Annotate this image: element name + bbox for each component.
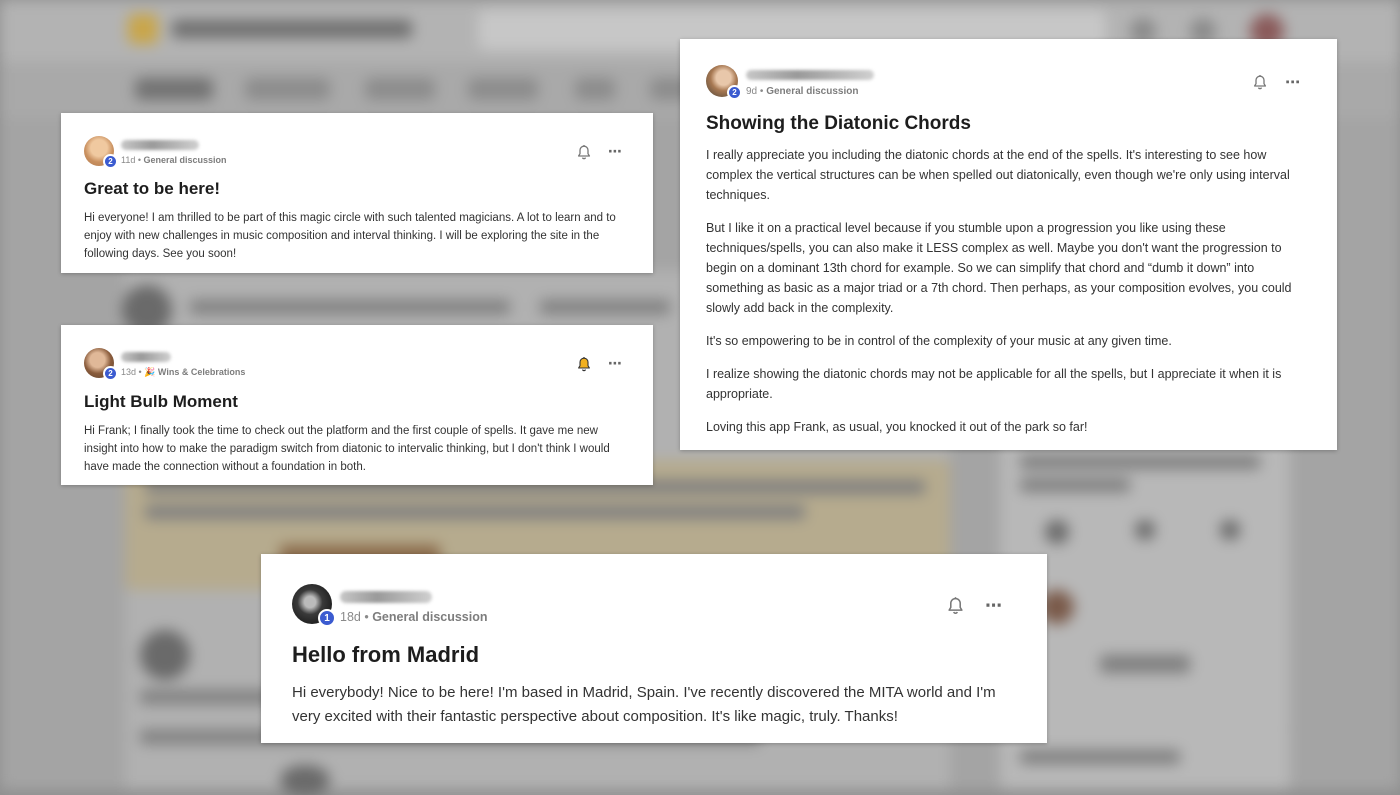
post-age: 9d: [746, 86, 758, 97]
bell-outline-icon[interactable]: [576, 144, 592, 161]
feed-line: [540, 300, 670, 314]
feed-avatar: [140, 630, 190, 680]
post-paragraph: Hi everybody! Nice to be here! I'm based…: [292, 684, 996, 725]
level-badge: 2: [103, 366, 118, 381]
post-body: Hi everybody! Nice to be here! I'm based…: [292, 681, 1022, 729]
post-paragraph: I realize showing the diatonic chords ma…: [706, 367, 1282, 401]
post-body: Hi Frank; I finally took the time to che…: [84, 422, 634, 476]
post-paragraph: But I like it on a practical level becau…: [706, 221, 1292, 315]
author-avatar[interactable]: 1: [292, 584, 336, 627]
community-name: [172, 20, 412, 38]
sidebar-stat: [1045, 520, 1069, 544]
nav-tab: [575, 78, 615, 100]
bell-outline-icon[interactable]: [1252, 74, 1268, 91]
post-card[interactable]: 2 9d • General discussion Showing the Di…: [680, 39, 1337, 450]
post-paragraph: I really appreciate you including the di…: [706, 148, 1290, 202]
author-avatar[interactable]: 2: [84, 136, 118, 169]
nav-tab: [468, 78, 538, 100]
more-options-icon[interactable]: ⋯: [1285, 73, 1301, 91]
post-title[interactable]: Hello from Madrid: [292, 642, 479, 668]
post-age: 13d: [121, 367, 137, 377]
level-badge: 1: [318, 609, 336, 627]
level-badge: 2: [727, 85, 742, 100]
nav-tab: [135, 78, 213, 100]
post-age: 18d: [340, 610, 361, 624]
post-category[interactable]: General discussion: [766, 86, 858, 97]
sidebar-stat: [1220, 520, 1240, 540]
sidebar-line: [1020, 455, 1260, 469]
author-name-redacted[interactable]: [340, 591, 432, 603]
post-card[interactable]: 1 18d • General discussion Hello from Ma…: [261, 554, 1047, 743]
post-meta: 18d • General discussion: [340, 610, 488, 624]
sidebar-button: [1100, 655, 1190, 673]
post-category[interactable]: Wins & Celebrations: [158, 367, 245, 377]
level-badge: 2: [103, 154, 118, 169]
more-options-icon[interactable]: ⋯: [608, 355, 623, 372]
post-body: Hi everyone! I am thrilled to be part of…: [84, 209, 634, 263]
post-card[interactable]: 2 11d • General discussion Great to be h…: [61, 113, 653, 273]
post-category[interactable]: General discussion: [372, 610, 487, 624]
post-meta: 11d • General discussion: [121, 155, 227, 165]
post-card[interactable]: 2 13d • 🎉 Wins & Celebrations Light Bulb…: [61, 325, 653, 485]
author-avatar[interactable]: 2: [706, 65, 742, 100]
feed-line: [190, 300, 510, 314]
post-meta: 13d • 🎉 Wins & Celebrations: [121, 367, 246, 377]
author-name-redacted[interactable]: [121, 140, 199, 150]
more-options-icon[interactable]: ⋯: [985, 596, 1003, 616]
post-paragraph: It's so empowering to be in control of t…: [706, 334, 1172, 348]
bell-outline-icon[interactable]: [946, 596, 965, 616]
post-paragraph: Loving this app Frank, as usual, you kno…: [706, 420, 1088, 434]
post-category[interactable]: General discussion: [144, 155, 227, 165]
author-name-redacted[interactable]: [746, 70, 874, 80]
post-title[interactable]: Great to be here!: [84, 179, 220, 199]
sidebar-line: [1020, 750, 1180, 764]
party-icon: 🎉: [144, 367, 156, 377]
post-body: I really appreciate you including the di…: [706, 145, 1314, 437]
nav-tab: [365, 78, 435, 100]
post-paragraph: Hi everyone! I am thrilled to be part of…: [84, 212, 616, 260]
sidebar-stat: [1135, 520, 1155, 540]
post-title[interactable]: Light Bulb Moment: [84, 392, 238, 412]
feed-avatar: [280, 765, 330, 795]
post-age: 11d: [121, 155, 136, 165]
nav-tab: [245, 78, 330, 100]
community-logo: [128, 14, 158, 44]
post-title[interactable]: Showing the Diatonic Chords: [706, 113, 971, 135]
feed-line: [145, 505, 805, 519]
author-name-redacted[interactable]: [121, 352, 171, 362]
more-options-icon[interactable]: ⋯: [608, 143, 623, 160]
post-paragraph: Hi Frank; I finally took the time to che…: [84, 425, 610, 473]
post-meta: 9d • General discussion: [746, 86, 859, 97]
bell-filled-icon[interactable]: [576, 356, 592, 373]
author-avatar[interactable]: 2: [84, 348, 118, 381]
sidebar-line: [1020, 478, 1130, 492]
